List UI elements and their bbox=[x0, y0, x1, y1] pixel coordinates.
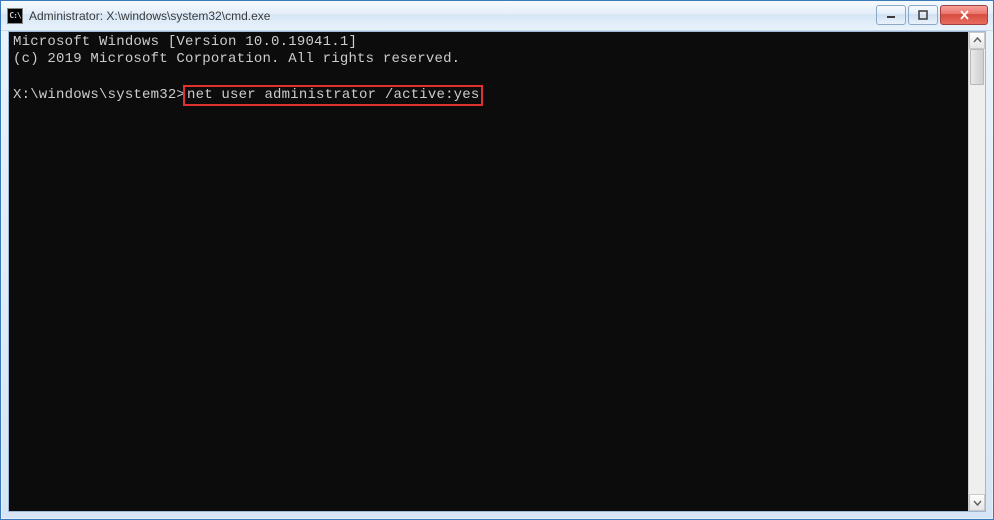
close-button[interactable] bbox=[940, 5, 988, 25]
terminal-prompt: X:\windows\system32> bbox=[13, 87, 185, 103]
minimize-button[interactable] bbox=[876, 5, 906, 25]
vertical-scrollbar[interactable] bbox=[968, 32, 985, 511]
maximize-icon bbox=[918, 10, 928, 20]
terminal-line: (c) 2019 Microsoft Corporation. All righ… bbox=[13, 51, 460, 67]
minimize-icon bbox=[886, 10, 896, 20]
chevron-up-icon bbox=[973, 36, 982, 45]
terminal-line: Microsoft Windows [Version 10.0.19041.1] bbox=[13, 34, 357, 50]
scroll-thumb[interactable] bbox=[970, 49, 984, 85]
window-controls bbox=[876, 5, 988, 25]
command-highlight: net user administrator /active:yes bbox=[183, 85, 483, 106]
terminal-output[interactable]: Microsoft Windows [Version 10.0.19041.1]… bbox=[9, 32, 968, 511]
maximize-button[interactable] bbox=[908, 5, 938, 25]
terminal-prompt-line: X:\windows\system32>net user administrat… bbox=[13, 85, 968, 106]
terminal-command: net user administrator /active:yes bbox=[187, 87, 479, 103]
scroll-up-button[interactable] bbox=[969, 32, 985, 49]
chevron-down-icon bbox=[973, 498, 982, 507]
close-icon bbox=[959, 10, 970, 20]
cmd-icon: C:\ bbox=[7, 8, 23, 24]
client-area: Microsoft Windows [Version 10.0.19041.1]… bbox=[8, 31, 986, 512]
scroll-down-button[interactable] bbox=[969, 494, 985, 511]
scroll-track[interactable] bbox=[969, 49, 985, 494]
cmd-window: C:\ Administrator: X:\windows\system32\c… bbox=[0, 0, 994, 520]
window-title: Administrator: X:\windows\system32\cmd.e… bbox=[29, 9, 876, 23]
titlebar[interactable]: C:\ Administrator: X:\windows\system32\c… bbox=[1, 1, 993, 31]
